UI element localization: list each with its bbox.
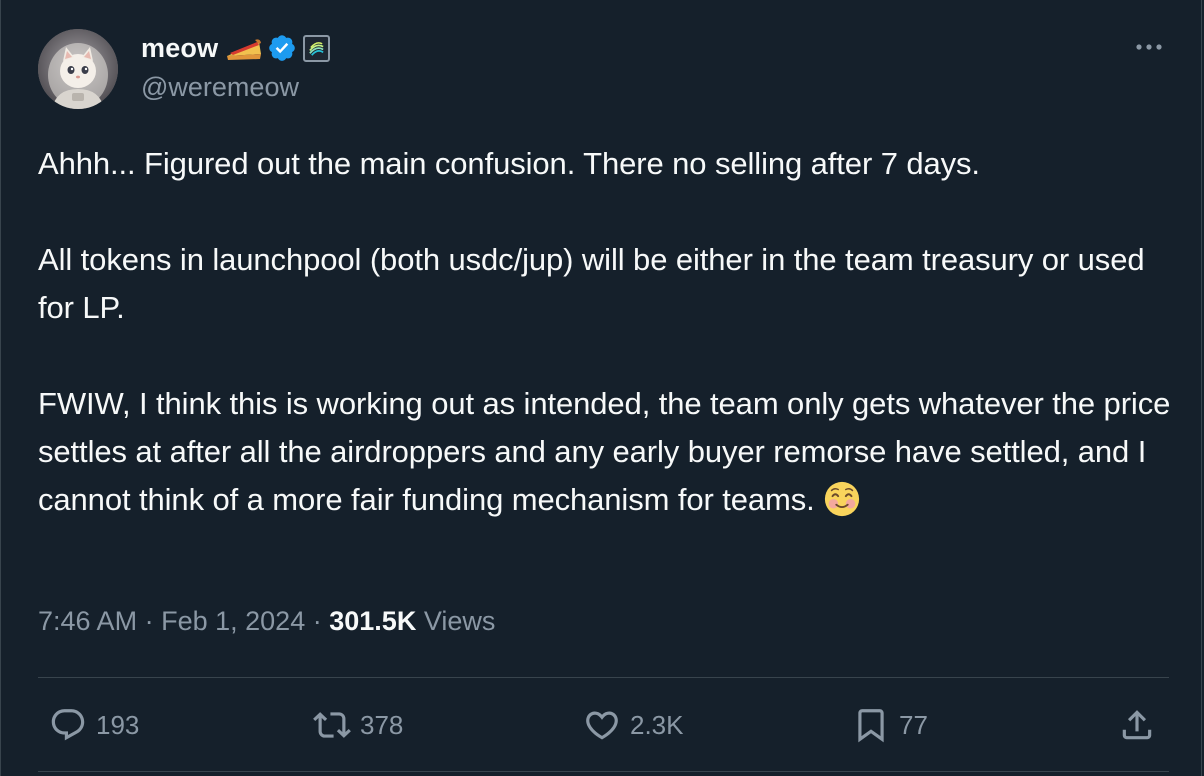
- meta-separator: ·: [312, 606, 322, 636]
- reply-count: 193: [96, 709, 140, 740]
- tweet-date[interactable]: Feb 1, 2024: [161, 606, 305, 636]
- avatar[interactable]: [38, 29, 118, 109]
- more-options-icon[interactable]: [1131, 33, 1167, 61]
- reply-icon: [51, 709, 85, 741]
- tweet-time[interactable]: 7:46 AM: [38, 606, 137, 636]
- verified-badge-icon[interactable]: [267, 33, 297, 63]
- heart-icon: [586, 711, 618, 740]
- reply-button[interactable]: 193: [49, 700, 139, 750]
- affiliate-badge-icon[interactable]: [303, 34, 331, 62]
- smiling-face-emoji-icon: [825, 481, 860, 516]
- pie-emoji-icon: [227, 39, 262, 60]
- tweet-paragraph-1: Ahhh... Figured out the main confusion. …: [38, 146, 980, 181]
- bookmark-button[interactable]: 77: [852, 700, 928, 750]
- astronaut-cat-avatar-icon: [38, 29, 118, 109]
- tweet-paragraph-2: All tokens in launchpool (both usdc/jup)…: [38, 242, 1153, 325]
- bookmark-icon: [858, 709, 884, 743]
- tweet-paragraph-3: FWIW, I think this is working out as int…: [38, 386, 1179, 517]
- bookmark-count: 77: [899, 709, 928, 740]
- retweet-count: 378: [360, 709, 404, 740]
- bottom-divider: [38, 771, 1169, 772]
- share-icon: [1122, 710, 1152, 740]
- tweet-meta: 7:46 AM · Feb 1, 2024 · 301.5K Views: [38, 606, 495, 637]
- divider: [38, 677, 1169, 678]
- like-button[interactable]: 2.3K: [583, 700, 684, 750]
- jupiter-logo-icon: [308, 39, 326, 57]
- action-bar: 193 378 2.3K 77: [1, 700, 1203, 750]
- meta-separator: ·: [144, 606, 154, 636]
- retweet-button[interactable]: 378: [313, 700, 403, 750]
- user-name-row[interactable]: meow: [141, 30, 331, 66]
- views-count[interactable]: 301.5K: [329, 606, 416, 636]
- display-name[interactable]: meow: [141, 33, 218, 64]
- user-handle[interactable]: @weremeow: [141, 72, 299, 103]
- views-label: Views: [423, 606, 496, 636]
- share-button[interactable]: [1118, 700, 1156, 750]
- tweet-card: meow @weremeow Ahhh... Figured out the m…: [0, 0, 1202, 776]
- like-count: 2.3K: [630, 709, 684, 740]
- retweet-icon: [313, 712, 351, 738]
- tweet-text: Ahhh... Figured out the main confusion. …: [38, 140, 1178, 524]
